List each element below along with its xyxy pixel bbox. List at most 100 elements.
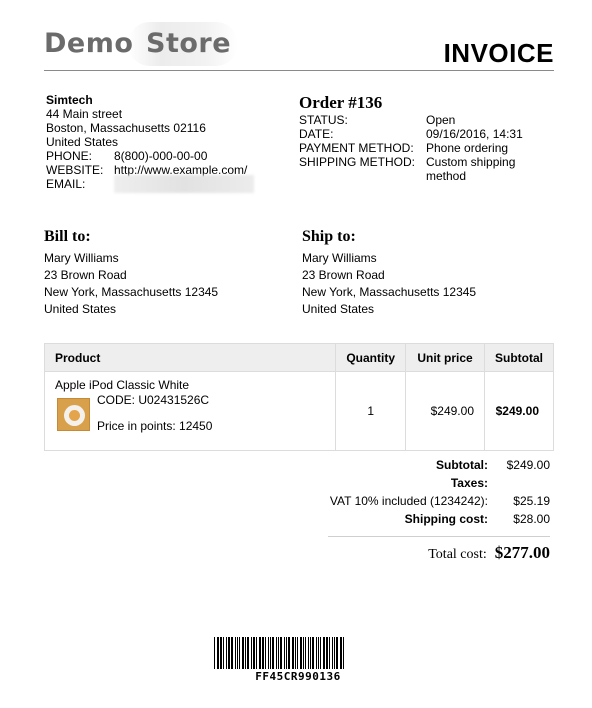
invoice-title: INVOICE: [443, 38, 554, 68]
barcode-bar: [237, 637, 238, 669]
order-title: Order #136: [299, 93, 383, 112]
product-code: CODE: U02431526C: [97, 393, 210, 407]
barcode-bar: [323, 637, 325, 669]
order-info: Order #136 STATUS: Open DATE: 09/16/2016…: [299, 93, 559, 183]
barcode-bar: [305, 637, 306, 669]
barcode-bar: [262, 637, 264, 669]
taxes-label: Taxes:: [450, 476, 488, 490]
totals-taxes-row: Taxes:: [220, 474, 550, 492]
product-thumbnail: [57, 398, 90, 431]
barcode-bar: [284, 637, 285, 669]
barcode-bar: [272, 637, 274, 669]
totals-vat-row: VAT 10% included (1234242): $25.19: [220, 492, 550, 510]
barcode-bar: [278, 637, 279, 669]
table-header-row: Product Quantity Unit price Subtotal: [43, 343, 554, 372]
barcode-bar: [280, 637, 282, 669]
totals-subtotal-row: Subtotal: $249.00: [220, 456, 550, 474]
table-row: Apple iPod Classic White CODE: U02431526…: [43, 371, 554, 451]
barcode-bar: [217, 637, 219, 669]
barcode-bar: [239, 637, 240, 669]
ship-to-city: New York, Massachusetts 12345: [302, 285, 477, 299]
email-label: EMAIL:: [46, 177, 86, 191]
barcode-bar: [292, 637, 294, 669]
company-info: Simtech 44 Main street Boston, Massachus…: [46, 93, 266, 193]
company-city: Boston, Massachusetts 02116: [46, 121, 206, 135]
col-header-unit-price: Unit price: [405, 343, 485, 372]
phone-label: PHONE:: [46, 149, 93, 163]
company-name: Simtech: [46, 93, 93, 107]
bill-to-heading: Bill to:: [44, 228, 91, 245]
vat-label: VAT 10% included (1234242):: [329, 494, 488, 508]
barcode-bar: [303, 637, 304, 669]
barcode-bar: [247, 637, 249, 669]
barcode-bar: [318, 637, 319, 669]
website-label: WEBSITE:: [46, 163, 104, 177]
barcode-bar: [310, 637, 311, 669]
company-phone-row: PHONE: 8(800)-000-00-00: [46, 149, 266, 163]
order-label: PAYMENT METHOD:: [299, 141, 414, 155]
barcode-bar: [276, 637, 277, 669]
bill-to-city: New York, Massachusetts 12345: [44, 285, 219, 299]
order-label: SHIPPING METHOD:: [299, 155, 416, 169]
totals-divider: [328, 536, 550, 537]
barcode-bar: [334, 637, 335, 669]
email-redacted: [114, 175, 254, 193]
barcode-bar: [226, 637, 227, 669]
barcode-bar: [316, 637, 317, 669]
products-table: Product Quantity Unit price Subtotal App…: [43, 343, 554, 451]
ship-to-country: United States: [302, 302, 375, 316]
phone-value: 8(800)-000-00-00: [114, 149, 208, 163]
ship-to-name: Mary Williams: [302, 251, 377, 265]
subtotal-cell: $249.00: [484, 371, 554, 451]
subtotal-label: Subtotal:: [436, 458, 488, 472]
total-cost-value: $277.00: [494, 543, 550, 562]
vat-value: $25.19: [513, 494, 550, 508]
order-row-status: STATUS: Open: [299, 113, 559, 127]
logo-word-demo: Demo: [44, 28, 134, 59]
order-value: Open: [426, 113, 456, 127]
barcode-bar: [256, 637, 257, 669]
barcode-bar: [332, 637, 333, 669]
barcode-bar: [326, 637, 328, 669]
barcode-bar: [265, 637, 266, 669]
taxes-value: [488, 474, 550, 492]
order-label: STATUS:: [299, 113, 348, 127]
shipping-label: Shipping cost:: [404, 512, 488, 526]
barcode-bar: [308, 637, 309, 669]
order-barcode: [214, 637, 384, 669]
quantity-cell: 1: [335, 371, 406, 451]
barcode-bar: [268, 637, 269, 669]
product-points: Price in points: 12450: [97, 419, 213, 433]
barcode-bar: [320, 637, 321, 669]
ship-to-heading: Ship to:: [302, 228, 356, 245]
barcode-bar: [214, 637, 215, 669]
barcode-bar: [286, 637, 287, 669]
order-row-payment: PAYMENT METHOD: Phone ordering: [299, 141, 559, 155]
barcode-bar: [329, 637, 330, 669]
order-label: DATE:: [299, 127, 334, 141]
barcode-bar: [253, 637, 255, 669]
barcode-bar: [245, 637, 246, 669]
barcode-bar: [295, 637, 296, 669]
barcode-bar: [235, 637, 236, 669]
barcode-bar: [300, 637, 302, 669]
total-cost-label: Total cost:: [428, 547, 487, 562]
totals-shipping-row: Shipping cost: $28.00: [220, 510, 550, 528]
barcode-bar: [288, 637, 290, 669]
col-header-quantity: Quantity: [335, 343, 406, 372]
ship-to-street: 23 Brown Road: [302, 268, 385, 282]
order-row-shipping: SHIPPING METHOD: Custom shipping method: [299, 155, 559, 183]
store-logo: Demo Store: [44, 22, 238, 66]
barcode-bar: [343, 637, 344, 669]
barcode-text: FF45CR990136: [255, 670, 341, 683]
barcode-bar: [223, 637, 224, 669]
bill-to-country: United States: [44, 302, 117, 316]
company-email-row: EMAIL:: [46, 175, 266, 193]
order-value: Custom shipping method: [426, 155, 516, 183]
barcode-bar: [220, 637, 222, 669]
bill-to-section: Bill to: Mary Williams 23 Brown Road New…: [44, 227, 284, 318]
bill-to-name: Mary Williams: [44, 251, 119, 265]
col-header-subtotal: Subtotal: [484, 343, 554, 372]
barcode-bar: [259, 637, 261, 669]
bill-to-street: 23 Brown Road: [44, 268, 127, 282]
